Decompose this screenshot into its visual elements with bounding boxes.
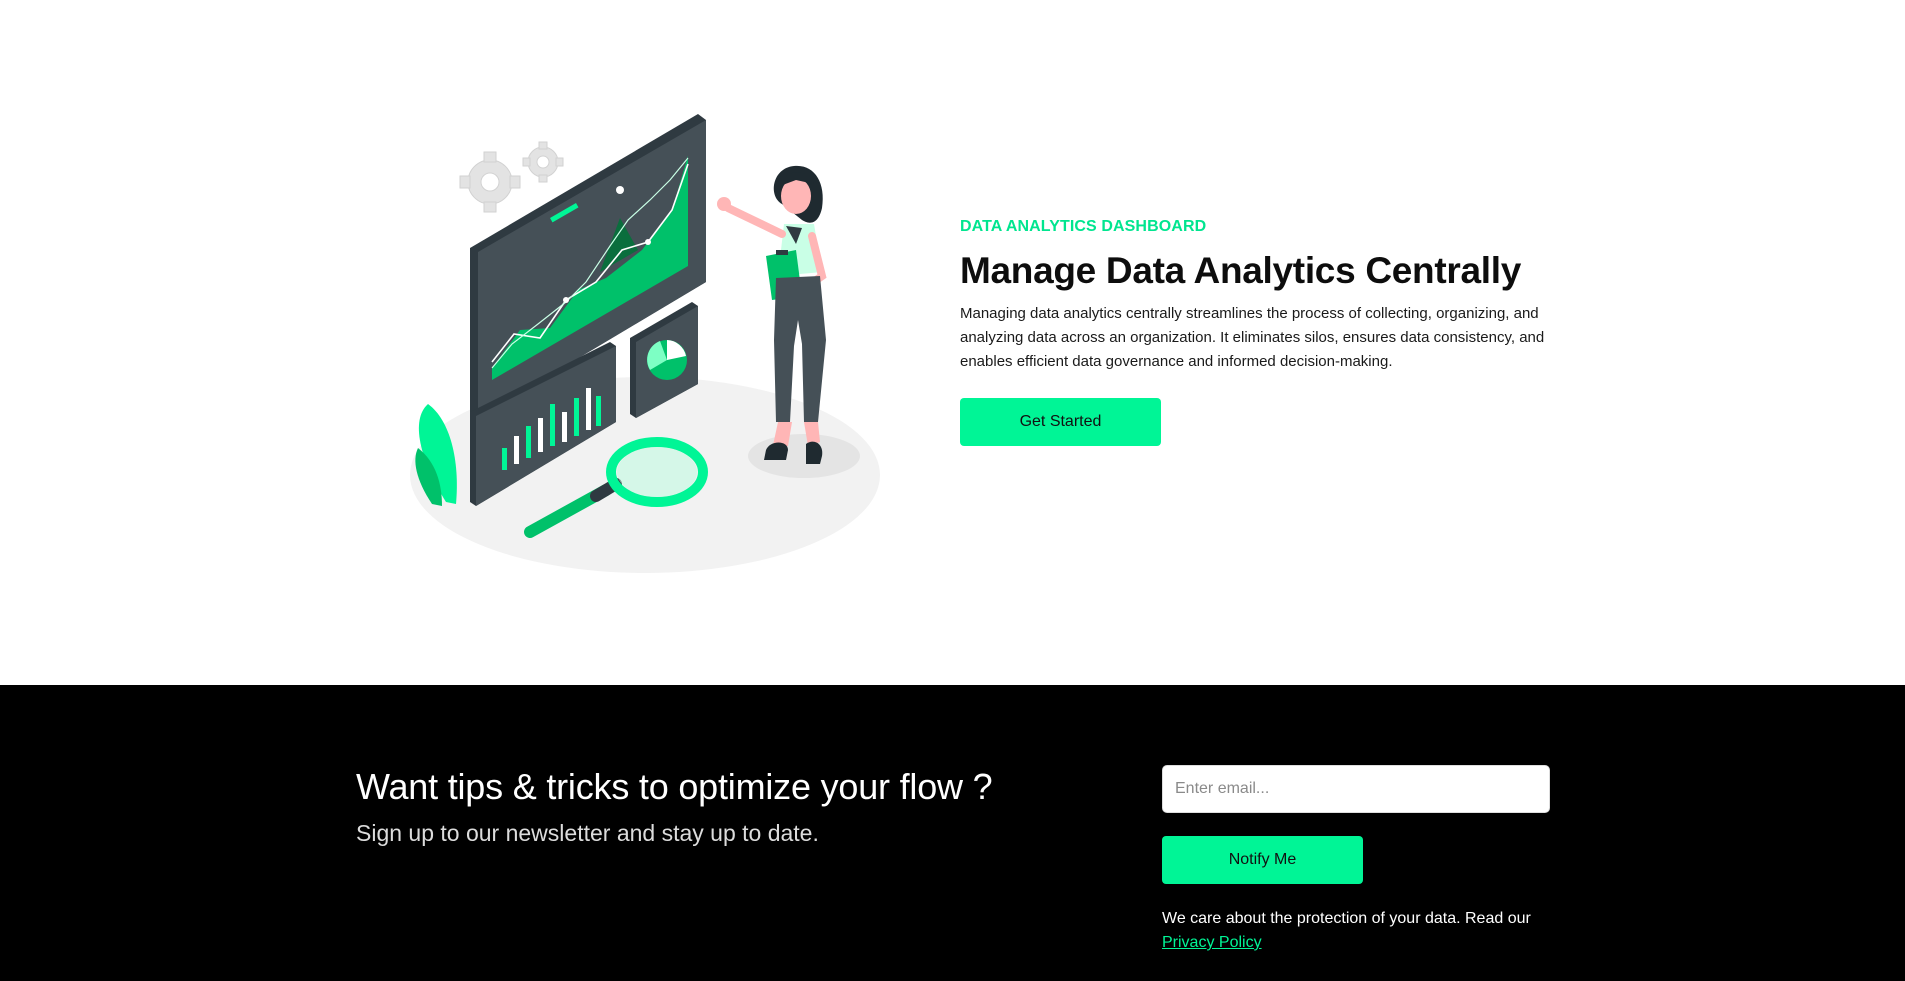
newsletter-section: Want tips & tricks to optimize your flow… [0,685,1905,981]
hero-description: Managing data analytics centrally stream… [960,305,1545,370]
gear-icon [522,141,564,183]
get-started-button[interactable]: Get Started [960,398,1161,446]
privacy-notice: We care about the protection of your dat… [1162,907,1550,955]
hero-section: DATA ANALYTICS DASHBOARD Manage Data Ana… [0,0,1905,685]
notify-me-button[interactable]: Notify Me [1162,836,1363,884]
newsletter-heading-group: Want tips & tricks to optimize your flow… [356,766,993,847]
hero-eyebrow: DATA ANALYTICS DASHBOARD [960,218,1207,235]
hero-content: DATA ANALYTICS DASHBOARD Manage Data Ana… [960,218,1560,446]
newsletter-title: Want tips & tricks to optimize your flow… [356,766,993,807]
data-analytics-illustration [410,114,880,573]
newsletter-form: Notify Me We care about the protection o… [1162,765,1550,955]
privacy-policy-link[interactable]: Privacy Policy [1162,934,1262,951]
email-input[interactable] [1162,765,1550,813]
newsletter-subtitle: Sign up to our newsletter and stay up to… [356,820,819,846]
gear-icon [459,151,521,213]
privacy-text: We care about the protection of your dat… [1162,910,1531,927]
hero-title: Manage Data Analytics Centrally [960,250,1521,291]
